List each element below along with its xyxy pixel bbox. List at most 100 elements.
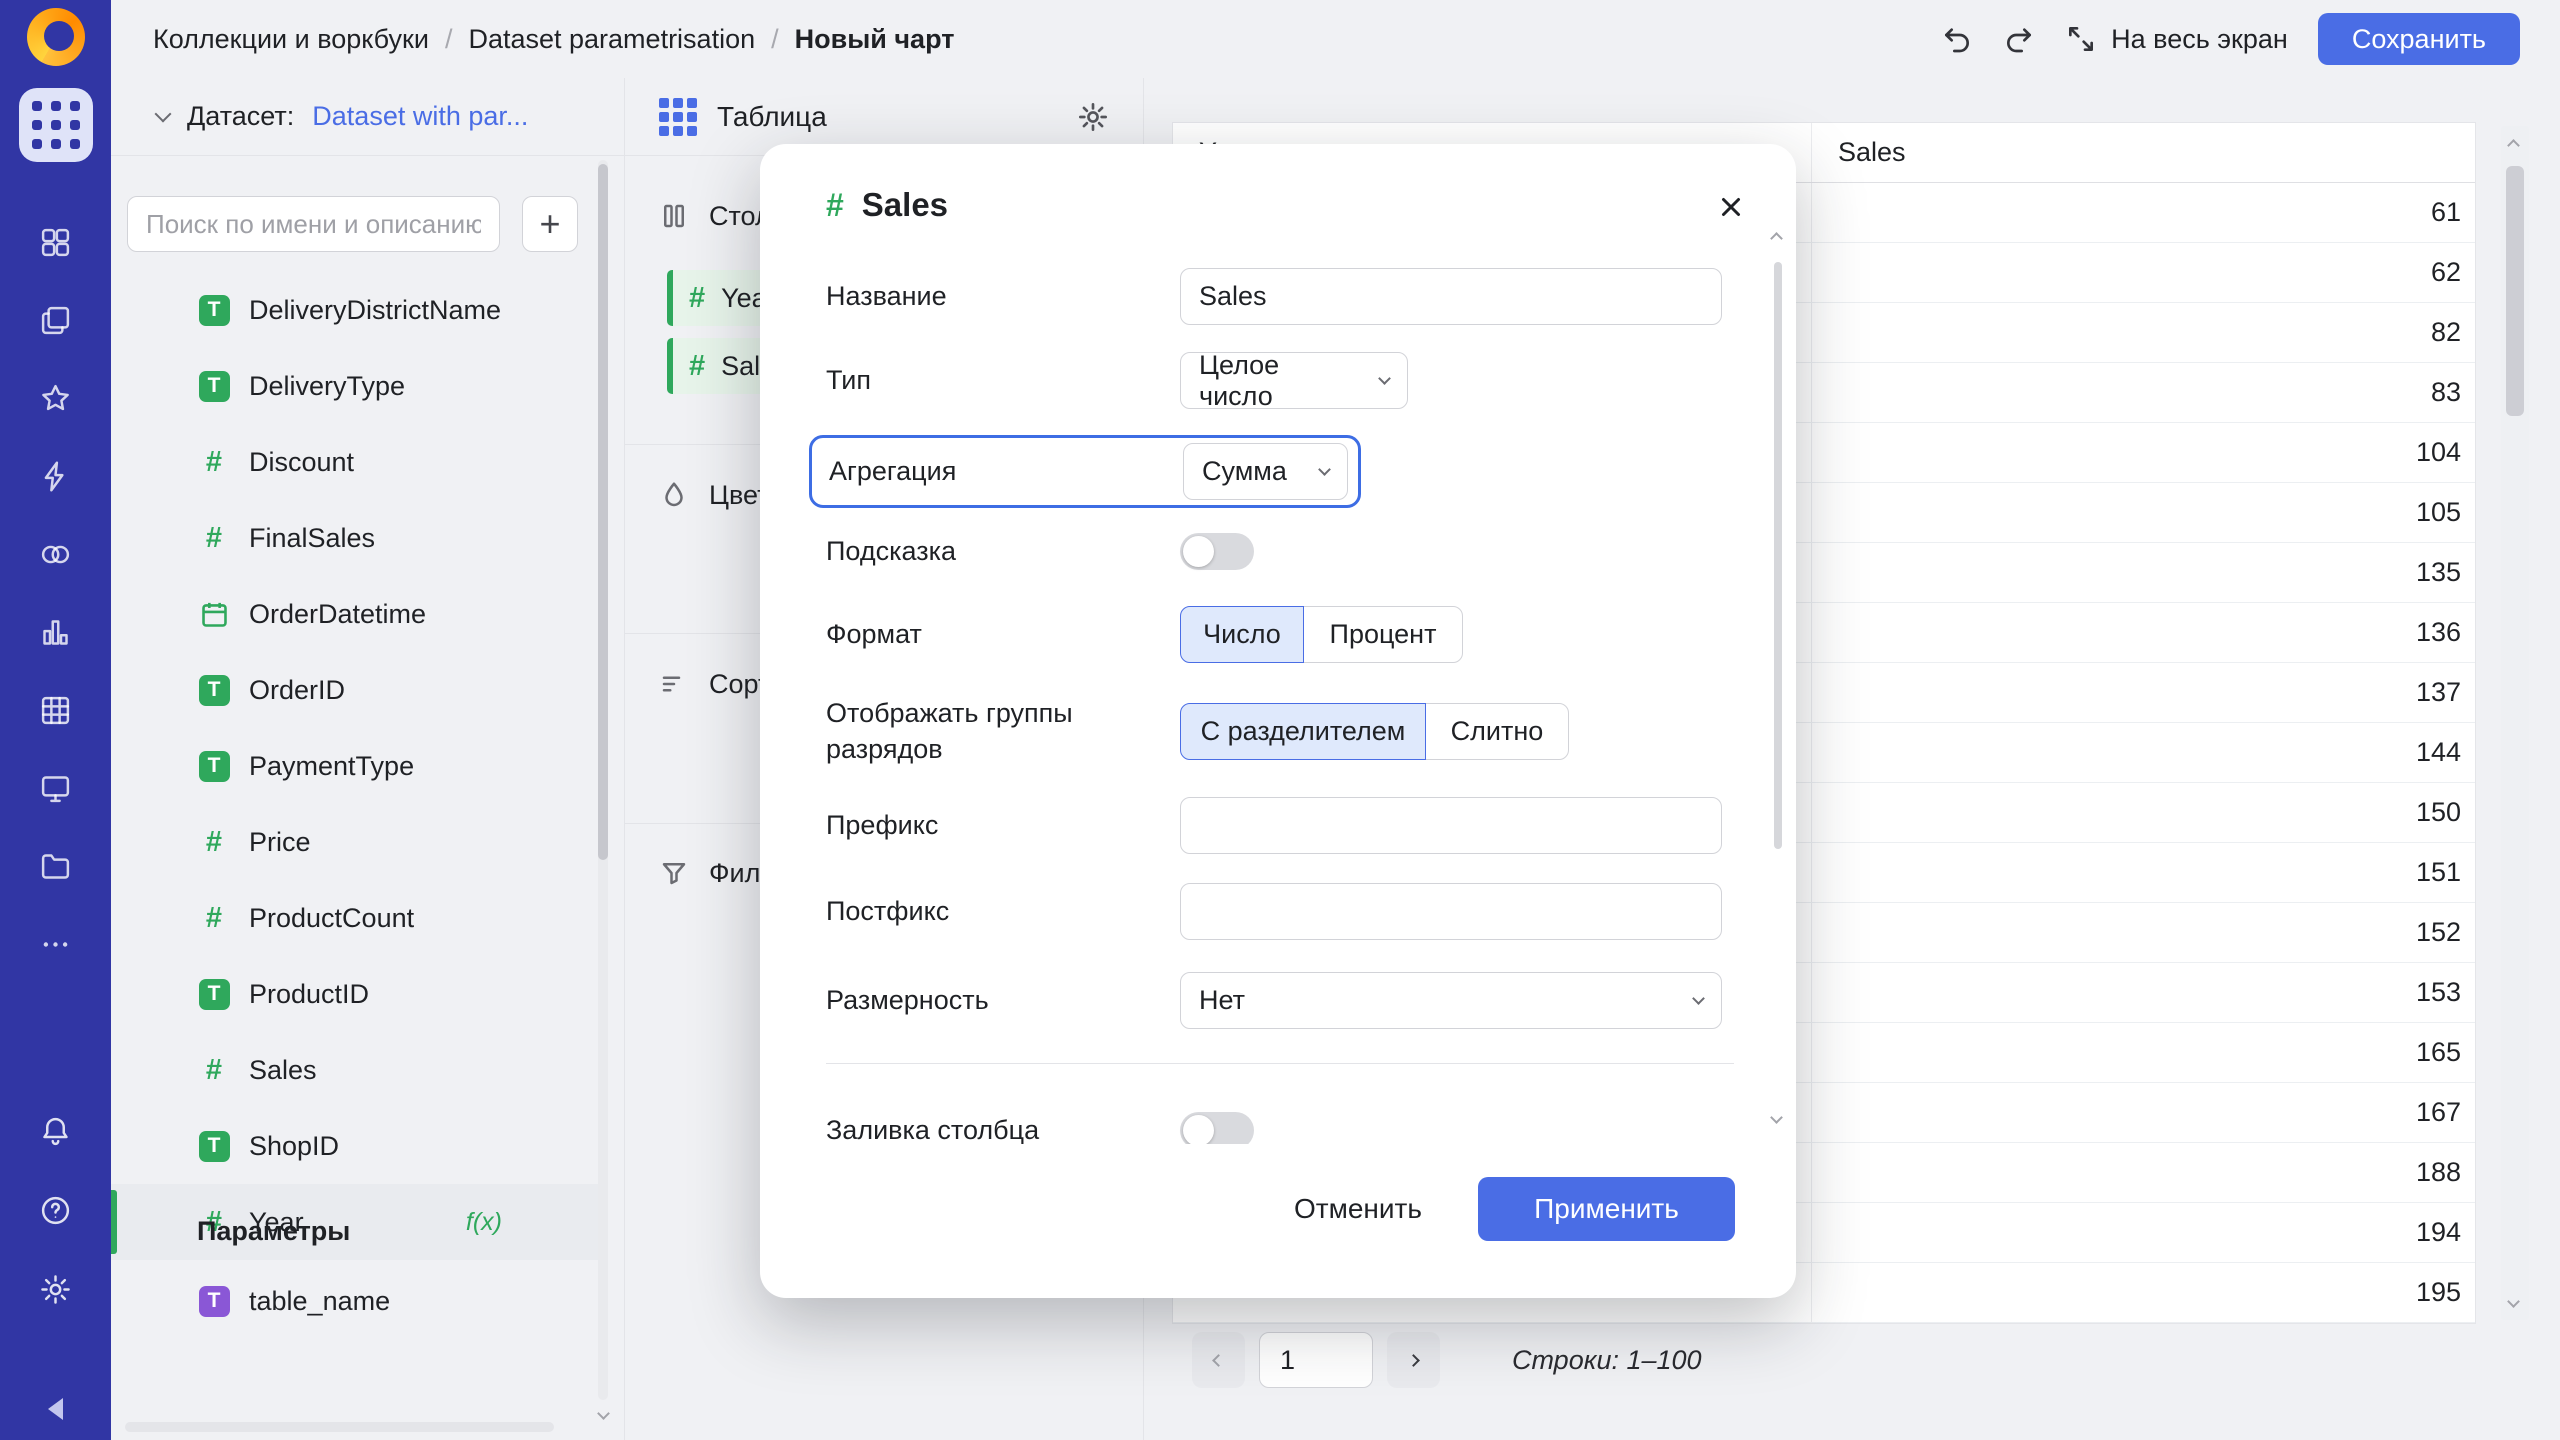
breadcrumb-workbook[interactable]: Dataset parametrisation <box>468 24 755 55</box>
column-header-sales[interactable]: Sales <box>1811 123 2475 182</box>
row-prefix: Префикс <box>826 797 1722 854</box>
redo-icon[interactable] <box>2003 23 2035 55</box>
dataset-name-link[interactable]: Dataset with par... <box>312 101 528 132</box>
field-item-ShopID[interactable]: T ShopID <box>111 1108 598 1184</box>
name-input[interactable] <box>1180 268 1722 325</box>
scrollbar-thumb[interactable] <box>2506 166 2524 416</box>
colors-icon <box>659 480 689 510</box>
cancel-button[interactable]: Отменить <box>1268 1180 1448 1238</box>
cell-sales: 194 <box>1811 1203 2475 1262</box>
postfix-input[interactable] <box>1180 883 1722 940</box>
field-item-table_name[interactable]: Ttable_name <box>111 1263 598 1339</box>
sidebar-scrollbar[interactable] <box>598 160 608 1400</box>
chart-type-label[interactable]: Таблица <box>717 101 827 133</box>
breadcrumb-collections[interactable]: Коллекции и воркбуки <box>153 24 429 55</box>
save-button[interactable]: Сохранить <box>2318 13 2520 65</box>
prev-page-button[interactable] <box>1192 1332 1245 1388</box>
field-search-input[interactable] <box>127 196 500 252</box>
scroll-down-icon[interactable] <box>597 1407 610 1420</box>
favorites-star-icon[interactable] <box>39 382 72 415</box>
sidebar-hscrollbar[interactable] <box>125 1422 554 1432</box>
units-select[interactable]: Нет <box>1180 972 1722 1029</box>
next-page-button[interactable] <box>1387 1332 1440 1388</box>
chevron-down-icon <box>1378 372 1391 385</box>
rings-icon[interactable] <box>39 538 72 571</box>
dialog-scrollbar[interactable] <box>1772 253 1784 1094</box>
collapse-panel-icon[interactable] <box>48 1398 63 1420</box>
widgets-icon[interactable] <box>39 226 72 259</box>
field-settings-dialog: # Sales Название Тип Целое число Агрегац… <box>760 144 1796 1298</box>
cell-sales: 135 <box>1811 543 2475 602</box>
field-item-DeliveryDistrictName[interactable]: TDeliveryDistrictName <box>111 272 598 348</box>
type-select[interactable]: Целое число <box>1180 352 1408 409</box>
apps-grid-icon[interactable] <box>19 88 93 162</box>
settings-gear-icon[interactable] <box>39 1273 72 1306</box>
parameters-section: Параметры Ttable_name <box>111 1182 598 1339</box>
datalens-logo-icon[interactable] <box>27 8 85 66</box>
field-name: ShopID <box>249 1131 339 1162</box>
page-number-input[interactable] <box>1259 1332 1373 1388</box>
format-option-number[interactable]: Число <box>1180 606 1304 663</box>
field-item-PaymentType[interactable]: TPaymentType <box>111 728 598 804</box>
lightning-icon[interactable] <box>39 460 72 493</box>
param-type-icon: T <box>197 1286 231 1317</box>
dashboards-icon[interactable] <box>39 772 72 805</box>
row-hint: Подсказка <box>826 533 1722 570</box>
breadcrumb-separator: / <box>445 24 453 55</box>
field-item-OrderDatetime[interactable]: OrderDatetime <box>111 576 598 652</box>
dataset-sidebar: Датасет: Dataset with par... + TDelivery… <box>111 78 625 1440</box>
fullscreen-button[interactable]: На весь экран <box>2065 23 2288 55</box>
field-item-ProductCount[interactable]: #ProductCount <box>111 880 598 956</box>
add-field-button[interactable]: + <box>522 196 578 252</box>
groups-option-separator[interactable]: С разделителем <box>1180 703 1426 760</box>
row-format: Формат Число Процент <box>826 606 1722 663</box>
field-item-ProductID[interactable]: TProductID <box>111 956 598 1032</box>
parameter-list: Ttable_name <box>111 1263 598 1339</box>
scroll-up-icon[interactable] <box>1770 232 1783 245</box>
format-label: Формат <box>826 619 1180 650</box>
row-name: Название <box>826 268 1722 325</box>
format-option-percent[interactable]: Процент <box>1303 606 1463 663</box>
column-fill-toggle[interactable] <box>1180 1112 1254 1145</box>
prefix-input[interactable] <box>1180 797 1722 854</box>
charts-icon[interactable] <box>39 616 72 649</box>
apply-button[interactable]: Применить <box>1478 1177 1735 1241</box>
field-item-FinalSales[interactable]: #FinalSales <box>111 500 598 576</box>
dialog-title-text: Sales <box>862 186 948 224</box>
dataset-header[interactable]: Датасет: Dataset with par... <box>111 78 624 156</box>
datasets-icon[interactable] <box>39 694 72 727</box>
number-type-icon: # <box>197 446 231 479</box>
number-type-icon: # <box>197 522 231 555</box>
aggregation-select[interactable]: Сумма <box>1183 443 1348 500</box>
dialog-title: # Sales <box>826 186 948 224</box>
hint-toggle[interactable] <box>1180 533 1254 570</box>
format-segmented: Число Процент <box>1180 606 1463 663</box>
string-type-icon: T <box>197 1131 231 1162</box>
field-item-OrderID[interactable]: TOrderID <box>111 652 598 728</box>
table-scrollbar[interactable] <box>2501 126 2529 1320</box>
scroll-down-icon[interactable] <box>1770 1111 1783 1124</box>
row-type: Тип Целое число <box>826 352 1722 409</box>
field-item-Price[interactable]: #Price <box>111 804 598 880</box>
pagination: Строки: 1–100 <box>1192 1332 1702 1388</box>
help-icon[interactable] <box>39 1194 72 1227</box>
groups-option-together[interactable]: Слитно <box>1425 703 1569 760</box>
cell-sales: 62 <box>1811 243 2475 302</box>
grid-dots-icon <box>32 101 80 149</box>
collections-icon[interactable] <box>39 304 72 337</box>
scrollbar-thumb[interactable] <box>1774 262 1782 849</box>
field-item-Discount[interactable]: #Discount <box>111 424 598 500</box>
digit-groups-label: Отображать группы разрядов <box>826 695 1180 768</box>
cell-sales: 195 <box>1811 1263 2475 1322</box>
scrollbar-thumb[interactable] <box>598 164 608 860</box>
notifications-bell-icon[interactable] <box>39 1115 72 1148</box>
field-name: DeliveryType <box>249 371 405 402</box>
close-icon[interactable] <box>1712 188 1750 226</box>
cell-sales: 83 <box>1811 363 2475 422</box>
folder-icon[interactable] <box>39 850 72 883</box>
field-item-DeliveryType[interactable]: TDeliveryType <box>111 348 598 424</box>
chart-settings-gear-icon[interactable] <box>1077 101 1109 133</box>
more-icon[interactable] <box>39 928 72 961</box>
field-item-Sales[interactable]: #Sales <box>111 1032 598 1108</box>
undo-icon[interactable] <box>1941 23 1973 55</box>
